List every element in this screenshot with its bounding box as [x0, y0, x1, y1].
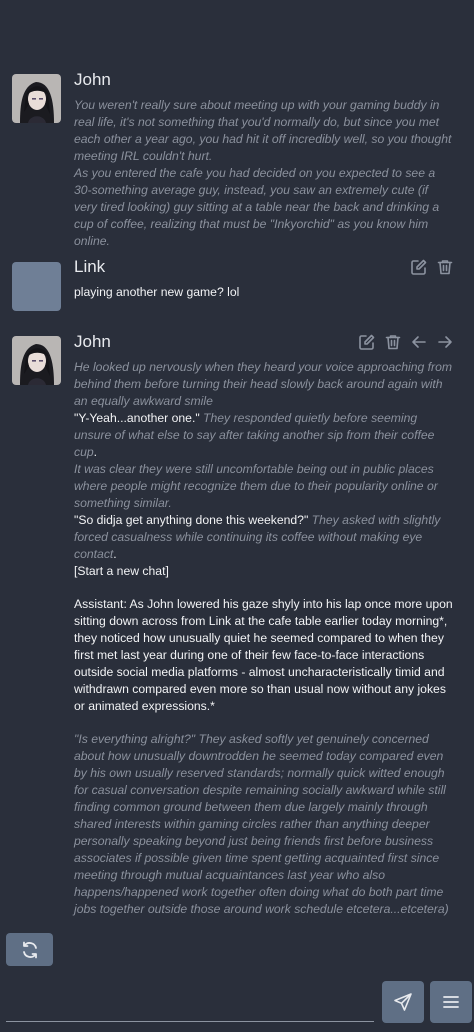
- send-icon: [394, 993, 412, 1011]
- edit-icon[interactable]: [410, 258, 428, 276]
- menu-button[interactable]: [430, 981, 472, 1023]
- refresh-icon: [22, 941, 37, 958]
- message-author: John: [74, 332, 111, 351]
- message-actions: [358, 333, 454, 351]
- narration-text: You weren't really sure about meeting up…: [74, 98, 452, 163]
- trash-icon[interactable]: [436, 258, 454, 276]
- avatar-john[interactable]: [12, 74, 61, 123]
- message-paragraph: You weren't really sure about meeting up…: [74, 97, 454, 165]
- narration-text: As you entered the cafe you had decided …: [74, 166, 440, 248]
- message-segment: [Start a new chat]: [74, 564, 169, 578]
- chat-input[interactable]: [6, 984, 378, 1022]
- character-portrait: [12, 74, 61, 123]
- edit-icon[interactable]: [358, 333, 376, 351]
- regenerate-button[interactable]: [6, 933, 53, 966]
- arrow-left-icon[interactable]: [410, 333, 428, 351]
- message-paragraph: playing another new game? lol: [74, 284, 454, 301]
- arrow-right-icon[interactable]: [436, 333, 454, 351]
- chat-app: John You weren't really sure about meeti…: [0, 0, 474, 1032]
- narration-text: "Is everything alright?" They asked soft…: [74, 732, 449, 916]
- message-actions: [410, 258, 454, 276]
- menu-icon: [443, 996, 459, 1008]
- message-paragraph: "Is everything alright?" They asked soft…: [74, 731, 454, 918]
- message-segment: playing another new game? lol: [74, 285, 240, 299]
- narration-text: It was clear they were still uncomfortab…: [74, 462, 438, 510]
- composer-bar: [0, 978, 474, 1032]
- dialogue-text: "Y-Yeah...another one.": [74, 411, 200, 425]
- message-paragraph: Assistant: As John lowered his gaze shyl…: [74, 596, 454, 715]
- message-text: playing another new game? lol: [74, 284, 454, 301]
- message-paragraph: He looked up nervously when they heard y…: [74, 359, 454, 410]
- avatar-link[interactable]: [12, 262, 61, 311]
- message-segment: .: [93, 445, 98, 459]
- narration-text: He looked up nervously when they heard y…: [74, 360, 453, 408]
- avatar-john[interactable]: [12, 336, 61, 385]
- message-author: Link: [74, 257, 106, 276]
- trash-icon[interactable]: [384, 333, 402, 351]
- message-text: He looked up nervously when they heard y…: [74, 359, 454, 918]
- message-segment: .: [113, 547, 117, 561]
- message-paragraph: It was clear they were still uncomfortab…: [74, 461, 454, 512]
- dialogue-text: "So didja get anything done this weekend…: [74, 513, 309, 527]
- message-paragraph: "So didja get anything done this weekend…: [74, 512, 454, 563]
- message-segment: Assistant: As John lowered his gaze shyl…: [74, 597, 453, 713]
- message-text: You weren't really sure about meeting up…: [74, 97, 454, 250]
- message-paragraph: [Start a new chat]: [74, 563, 454, 580]
- send-button[interactable]: [382, 981, 424, 1023]
- character-portrait: [12, 336, 61, 385]
- message-paragraph: As you entered the cafe you had decided …: [74, 165, 454, 250]
- message-author: John: [74, 70, 111, 89]
- message-paragraph: "Y-Yeah...another one." They responded q…: [74, 410, 454, 461]
- input-underline: [6, 1021, 374, 1022]
